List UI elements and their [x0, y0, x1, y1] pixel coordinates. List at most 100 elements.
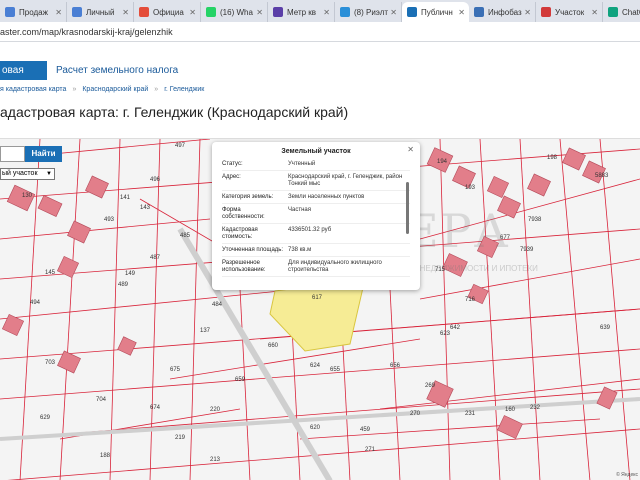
popup-row: Уточненная площадь: 738 кв.м — [222, 247, 410, 257]
tab-label: Публичн — [421, 7, 453, 17]
parcel-number-label: 656 — [390, 363, 401, 369]
tab-close-icon[interactable]: ✕ — [591, 8, 598, 17]
url-text: aster.com/map/krasnodarskij-kraj/gelenzh… — [0, 27, 173, 37]
popup-row-key: Категория земель: — [222, 194, 274, 200]
parcel-number-label: 198 — [547, 155, 558, 161]
parcel-number-label: 484 — [212, 302, 223, 308]
browser-tab[interactable]: Участок ✕ — [536, 2, 603, 22]
parcel-number-label: 675 — [170, 367, 181, 373]
popup-row: Кадастровая стоимость: 4336501.32 руб — [222, 227, 410, 244]
tab-close-icon[interactable]: ✕ — [458, 8, 465, 17]
parcel-number-label: 232 — [530, 405, 541, 411]
breadcrumb-separator: » — [154, 86, 159, 93]
parcel-number-label: 620 — [310, 425, 321, 431]
parcel-number-label: 494 — [30, 300, 41, 306]
popup-row: Разрешенное использование: Для индивидуал… — [222, 260, 410, 277]
parcel-number-label: 188 — [100, 453, 111, 459]
parcel-number-label: 193 — [465, 185, 476, 191]
tab-favicon-icon — [206, 7, 216, 17]
parcel-number-label: 270 — [410, 411, 421, 417]
parcel-number-label: 659 — [235, 377, 246, 383]
tab-favicon-icon — [474, 7, 484, 17]
address-bar[interactable]: aster.com/map/krasnodarskij-kraj/gelenzh… — [0, 22, 640, 42]
parcel-number-label: 141 — [120, 195, 131, 201]
popup-row-value: 4336501.32 руб — [288, 227, 332, 233]
popup-row-key: Статус: — [222, 161, 243, 167]
browser-tab[interactable]: Инфобаз ✕ — [469, 2, 536, 22]
parcel-info-popup: ✕ Земельный участок Статус: Учтенный Адрес… — [212, 142, 420, 290]
tab-label: Продаж — [19, 7, 48, 17]
browser-tab[interactable]: ChatGPT✕ — [603, 2, 640, 22]
parcel-number-label: 459 — [360, 427, 371, 433]
popup-row-value: Земли населенных пунктов — [288, 194, 365, 200]
tab-favicon-icon — [541, 7, 551, 17]
parcel-number-label: 704 — [96, 397, 107, 403]
popup-scrollbar[interactable] — [406, 182, 409, 234]
popup-row: Статус: Учтенный — [222, 161, 410, 171]
browser-tab[interactable]: Метр кв ✕ — [268, 2, 335, 22]
breadcrumb-separator: » — [72, 86, 77, 93]
browser-tab-bar: Продаж ✕ Личный ✕ Официа ✕ (16) Wha ✕ Метр кв ✕ (8… — [0, 0, 640, 22]
breadcrumb-item-region[interactable]: Краснодарский край — [82, 86, 148, 93]
tab-close-icon[interactable]: ✕ — [55, 8, 62, 17]
browser-tab[interactable]: Официа ✕ — [134, 2, 201, 22]
parcel-number-label: 487 — [150, 255, 161, 261]
breadcrumb-item-city: г. Геленджик — [164, 86, 205, 93]
parcel-number-label: 497 — [175, 143, 186, 149]
browser-tab[interactable]: Личный ✕ — [67, 2, 134, 22]
parcel-number-label: 703 — [45, 360, 56, 366]
tab-favicon-icon — [5, 7, 15, 17]
object-type-select[interactable]: ый участок ▼ — [0, 168, 55, 180]
object-type-value: ый участок — [2, 170, 38, 177]
tab-favicon-icon — [340, 7, 350, 17]
parcel-number-label: 624 — [310, 363, 321, 369]
tab-close-icon[interactable]: ✕ — [524, 8, 531, 17]
popup-row-key: Форма собственности: — [222, 207, 265, 220]
tab-label: (16) Wha — [220, 7, 253, 17]
nav-tab-cadastral-map[interactable]: овая карта — [0, 61, 47, 95]
popup-row-key: Разрешенное использование: — [222, 260, 266, 273]
browser-tab[interactable]: Публичн ✕ — [402, 2, 469, 22]
tab-favicon-icon — [407, 7, 417, 17]
parcel-number-label: 149 — [125, 271, 136, 277]
tab-label: Инфобаз — [488, 7, 522, 17]
nav-tab-land-tax[interactable]: Расчет земельного налога — [56, 62, 178, 79]
tab-label: Метр кв — [287, 7, 317, 17]
parcel-number-label: 660 — [268, 343, 279, 349]
tab-favicon-icon — [139, 7, 149, 17]
parcel-number-label: 629 — [40, 415, 51, 421]
tab-favicon-icon — [608, 7, 618, 17]
popup-row-key: Адрес: — [222, 174, 241, 180]
tab-label: Официа — [153, 7, 184, 17]
parcel-number-label: 674 — [150, 405, 161, 411]
search-button[interactable]: Найти — [25, 146, 62, 162]
popup-row-value: Учтенный — [288, 161, 316, 167]
parcel-number-label: 231 — [465, 411, 476, 417]
parcel-number-label: 639 — [600, 325, 611, 331]
browser-tab[interactable]: Продаж ✕ — [0, 2, 67, 22]
parcel-number-label: 145 — [45, 270, 56, 276]
cadastral-search-input[interactable] — [0, 146, 25, 162]
parcel-number-label: 271 — [365, 447, 376, 453]
parcel-number-label: 642 — [450, 325, 461, 331]
close-icon[interactable]: ✕ — [407, 145, 414, 154]
parcel-number-label: 493 — [104, 217, 115, 223]
popup-row: Категория земель: Земли населенных пункто… — [222, 194, 410, 204]
tab-close-icon[interactable]: ✕ — [390, 8, 397, 17]
chevron-down-icon: ▼ — [46, 171, 52, 177]
parcel-number-label: 617 — [312, 295, 323, 301]
popup-row-value: 738 кв.м — [288, 247, 312, 253]
parcel-number-label: 7939 — [520, 247, 534, 253]
site-navigation: овая карта Расчет земельного налога — [0, 42, 640, 95]
browser-tab[interactable]: (8) Риэлт ✕ — [335, 2, 402, 22]
breadcrumb: я кадастровая карта » Краснодарский край… — [0, 86, 204, 93]
map-attribution: © Яндекс — [616, 472, 638, 478]
popup-row-key: Уточненная площадь: — [222, 247, 284, 253]
tab-close-icon[interactable]: ✕ — [323, 8, 330, 17]
tab-close-icon[interactable]: ✕ — [256, 8, 263, 17]
breadcrumb-item-map[interactable]: я кадастровая карта — [0, 86, 66, 93]
tab-close-icon[interactable]: ✕ — [122, 8, 129, 17]
tab-close-icon[interactable]: ✕ — [189, 8, 196, 17]
parcel-number-label: 130 — [22, 193, 33, 199]
browser-tab[interactable]: (16) Wha ✕ — [201, 2, 268, 22]
